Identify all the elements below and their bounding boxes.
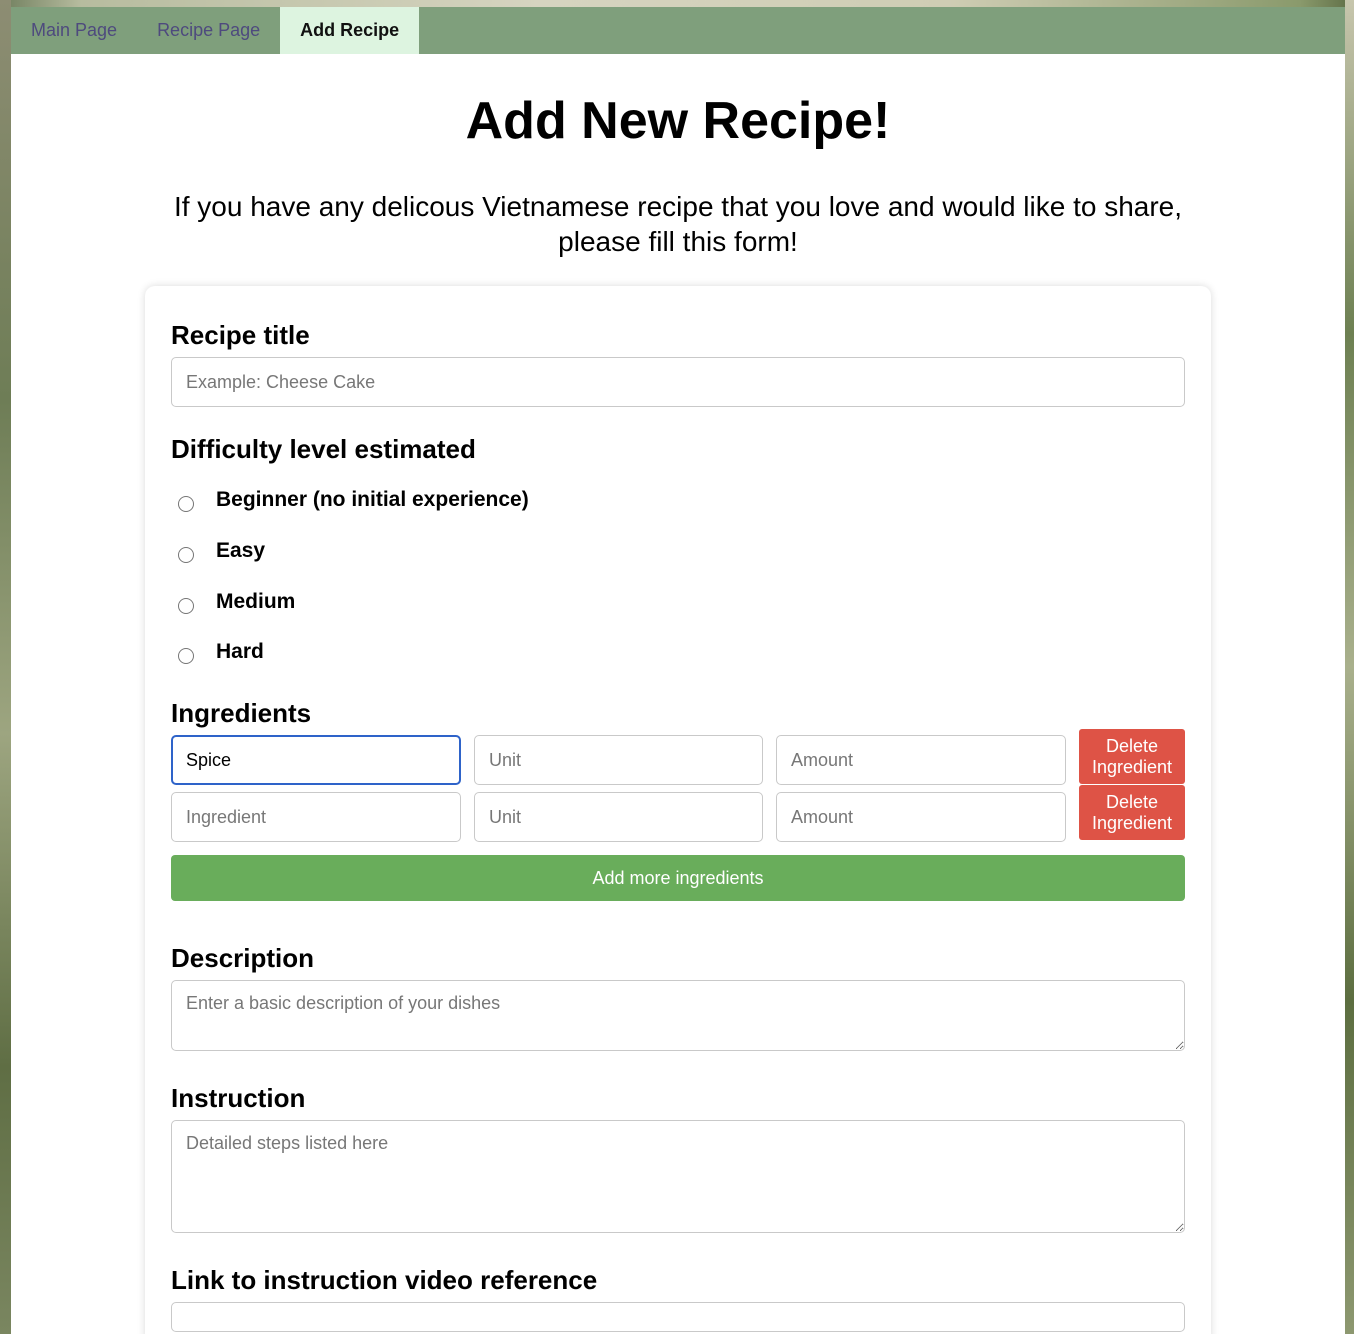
description-textarea[interactable] — [171, 980, 1185, 1051]
ingredient-amount-input[interactable] — [776, 735, 1066, 785]
instruction-label: Instruction — [171, 1083, 306, 1113]
radio-button[interactable] — [178, 648, 194, 664]
video-link-label: Link to instruction video reference — [171, 1265, 598, 1295]
ingredients-label: Ingredients — [171, 698, 312, 728]
delete-ingredient-button[interactable]: Delete Ingredient — [1079, 729, 1185, 784]
tab-main-page[interactable]: Main Page — [11, 7, 137, 54]
radio-button[interactable] — [178, 496, 194, 512]
radio-button[interactable] — [178, 598, 194, 614]
difficulty-option-beginner[interactable]: Beginner (no initial experience) — [171, 485, 529, 515]
radio-label: Easy — [216, 539, 266, 562]
page-container: Main Page Recipe Page Add Recipe Add New… — [11, 7, 1345, 1334]
difficulty-label: Difficulty level estimated — [171, 434, 476, 464]
video-link-input[interactable] — [171, 1302, 1185, 1332]
background-left — [0, 0, 11, 1334]
recipe-title-input[interactable] — [171, 357, 1185, 407]
difficulty-option-medium[interactable]: Medium — [171, 587, 295, 617]
tab-recipe-page[interactable]: Recipe Page — [137, 7, 280, 54]
recipe-title-label: Recipe title — [171, 320, 310, 350]
ingredient-unit-input[interactable] — [474, 792, 763, 842]
instruction-textarea[interactable] — [171, 1120, 1185, 1233]
ingredient-name-input[interactable] — [171, 792, 461, 842]
ingredient-name-input[interactable] — [171, 735, 461, 785]
navbar: Main Page Recipe Page Add Recipe — [11, 7, 1345, 54]
difficulty-option-easy[interactable]: Easy — [171, 536, 265, 566]
ingredient-unit-input[interactable] — [474, 735, 763, 785]
radio-label: Beginner (no initial experience) — [216, 488, 529, 511]
recipe-form-card: Recipe title Difficulty level estimated … — [145, 286, 1211, 1334]
intro-line-1: If you have any delicous Vietnamese reci… — [173, 191, 1183, 222]
radio-label: Hard — [216, 640, 264, 663]
description-label: Description — [171, 943, 315, 973]
radio-button[interactable] — [178, 547, 194, 563]
intro-line-2: please fill this form! — [558, 226, 798, 257]
add-more-ingredients-button[interactable]: Add more ingredients — [171, 855, 1185, 901]
page-title: Add New Recipe! — [465, 92, 891, 150]
difficulty-option-hard[interactable]: Hard — [171, 637, 264, 667]
delete-ingredient-button[interactable]: Delete Ingredient — [1079, 785, 1185, 840]
intro-text: If you have any delicous Vietnamese reci… — [11, 189, 1345, 259]
tab-add-recipe[interactable]: Add Recipe — [280, 7, 420, 54]
background-right — [1345, 0, 1354, 1334]
ingredient-amount-input[interactable] — [776, 792, 1066, 842]
radio-label: Medium — [216, 590, 296, 613]
